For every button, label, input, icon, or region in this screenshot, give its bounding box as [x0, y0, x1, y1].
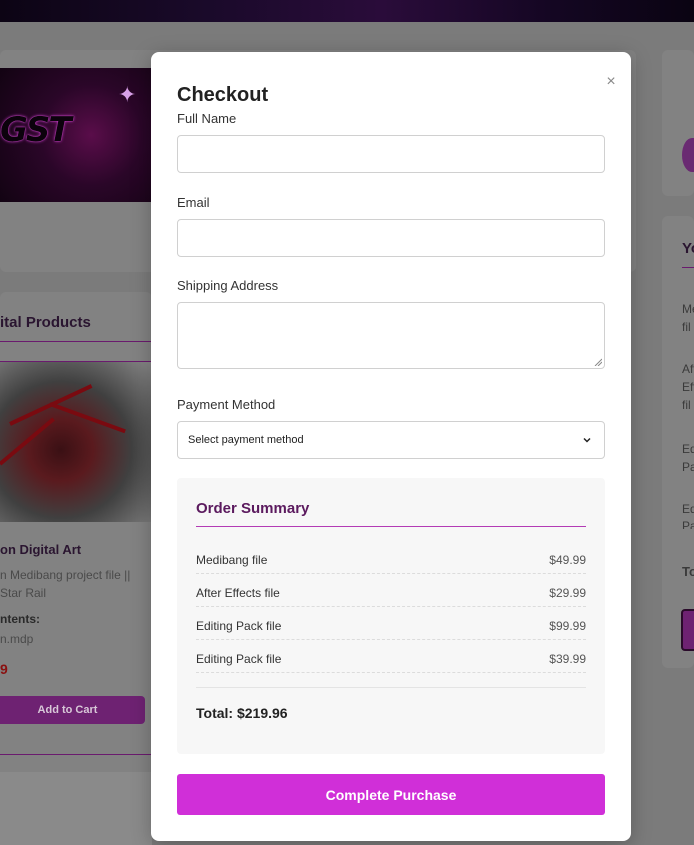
payment-method-value: Select payment method [188, 434, 304, 446]
cart-item-text: Eff [682, 380, 694, 394]
summary-item-name: Editing Pack file [196, 619, 282, 633]
summary-item-name: Medibang file [196, 553, 268, 567]
summary-divider [196, 526, 586, 527]
product-name[interactable]: on Digital Art [0, 542, 81, 557]
product-file: n.mdp [0, 632, 34, 646]
summary-item-price: $99.99 [549, 619, 586, 633]
summary-item-price: $29.99 [549, 586, 586, 600]
product-image[interactable] [0, 362, 152, 522]
section-title-products: ital Products [0, 314, 91, 331]
product-contents-label: ntents: [0, 612, 40, 626]
add-to-cart-button[interactable]: Add to Cart [0, 696, 145, 724]
email-label: Email [177, 195, 210, 210]
shipping-address-textarea[interactable] [177, 302, 605, 369]
payment-method-label: Payment Method [177, 397, 276, 412]
summary-item-price: $49.99 [549, 553, 586, 567]
summary-row: After Effects file $29.99 [196, 574, 586, 607]
cart-item-text: Pa [682, 519, 694, 529]
payment-method-select[interactable]: Select payment method [177, 421, 605, 459]
brand-logo: GST [0, 110, 72, 150]
section-divider [0, 341, 152, 342]
checkout-button-bg[interactable] [681, 609, 694, 651]
close-icon[interactable]: × [603, 74, 619, 90]
chevron-down-icon [583, 437, 591, 443]
summary-item-name: After Effects file [196, 586, 280, 600]
summary-item-name: Editing Pack file [196, 652, 282, 666]
cart-item-text: fil [682, 398, 691, 412]
summary-row: Medibang file $49.99 [196, 541, 586, 574]
summary-item-price: $39.99 [549, 652, 586, 666]
top-banner [0, 0, 694, 22]
cart-item-text: Aft [682, 362, 694, 376]
checkout-modal: × Checkout Full Name Email Shipping Addr… [151, 52, 631, 841]
order-summary-title: Order Summary [196, 500, 310, 517]
full-name-label: Full Name [177, 111, 237, 126]
resize-grip-icon[interactable] [594, 358, 602, 366]
order-summary: Order Summary Medibang file $49.99 After… [177, 478, 605, 754]
product-divider [0, 754, 152, 755]
cart-item-text: fil [682, 320, 691, 334]
sparkle-icon: ✦ [118, 82, 137, 107]
product-image-2[interactable] [0, 772, 152, 845]
cart-item-text: Pa [682, 460, 694, 474]
full-name-input[interactable] [177, 135, 605, 173]
side-card [662, 50, 694, 196]
cart-divider [682, 267, 694, 268]
complete-purchase-button[interactable]: Complete Purchase [177, 774, 605, 815]
summary-row: Editing Pack file $99.99 [196, 607, 586, 640]
product-price: 9 [0, 661, 8, 677]
shipping-address-label: Shipping Address [177, 278, 279, 293]
cart-heading: Yo [682, 240, 694, 257]
email-input[interactable] [177, 219, 605, 257]
cart-total: To [682, 564, 694, 579]
summary-row: Editing Pack file $39.99 [196, 640, 586, 673]
cart-item-text: Me [682, 302, 694, 316]
cart-item-text: Ed [682, 442, 694, 456]
order-total: Total: $219.96 [196, 705, 288, 721]
product-description: n Medibang project file || Star Rail [0, 568, 131, 600]
modal-title: Checkout [177, 84, 269, 106]
cart-item-text: Ed [682, 502, 694, 516]
hero-image: GST ✦ [0, 68, 152, 202]
total-divider [196, 687, 586, 688]
